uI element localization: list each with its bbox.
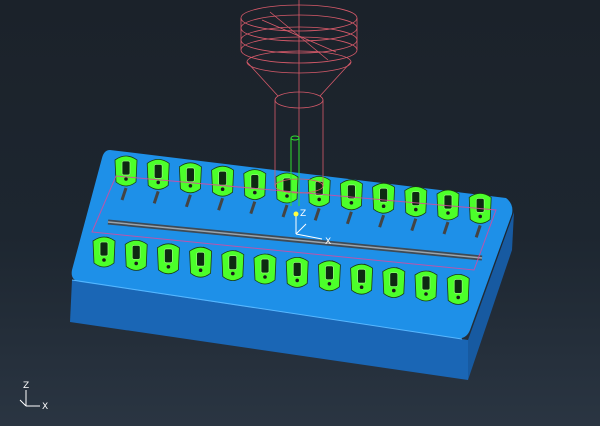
- cavity-part: [92, 236, 116, 268]
- cavity-part: [156, 243, 180, 275]
- cam-3d-viewport[interactable]: Z X Z X: [0, 0, 600, 426]
- cavity-part: [414, 270, 438, 302]
- axis-triad-icon: [19, 390, 40, 407]
- cavity-part: [221, 250, 245, 281]
- cavity-part: [189, 246, 213, 278]
- cavity-part: [317, 260, 341, 292]
- cavity-part: [124, 239, 148, 271]
- workplane-x-label: X: [325, 237, 331, 247]
- cavity-part: [285, 256, 309, 288]
- workplane-z-label: Z: [300, 209, 306, 219]
- cavity-part: [253, 253, 277, 285]
- cavity-part: [382, 267, 406, 298]
- triad-x-label: X: [42, 402, 48, 412]
- triad-z-label: Z: [23, 381, 29, 391]
- cavity-part: [446, 273, 470, 305]
- cavity-part: [350, 263, 374, 295]
